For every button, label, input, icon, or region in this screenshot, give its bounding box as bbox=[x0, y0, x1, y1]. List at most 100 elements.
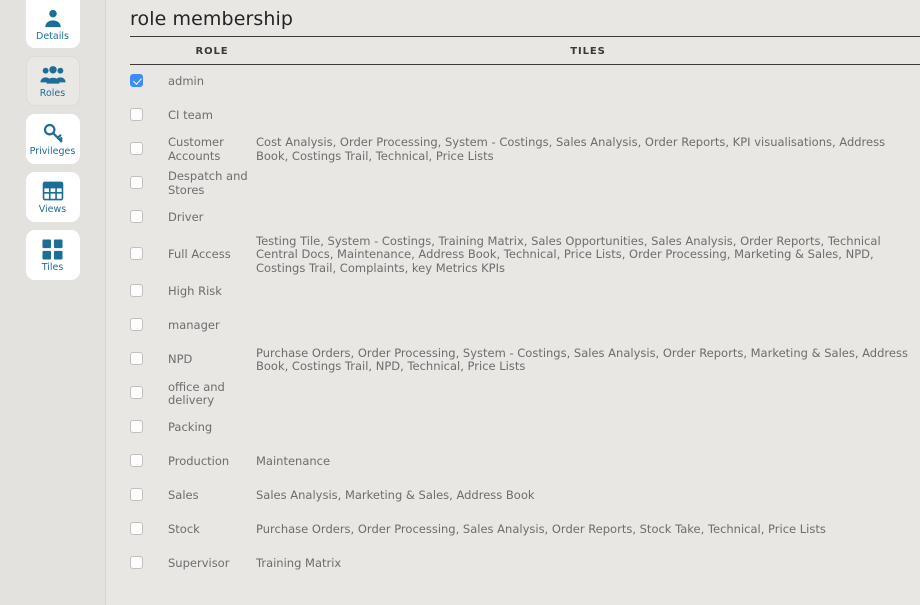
role-checkbox-cell[interactable] bbox=[130, 377, 168, 411]
role-checkbox-cell[interactable] bbox=[130, 547, 168, 581]
column-header-check bbox=[130, 37, 168, 65]
role-checkbox[interactable] bbox=[130, 386, 143, 399]
role-name: Driver bbox=[168, 209, 204, 224]
role-checkbox-cell[interactable] bbox=[130, 445, 168, 479]
table-row[interactable]: Stock Purchase Orders, Order Processing, … bbox=[130, 513, 920, 547]
role-name: Customer Accounts bbox=[168, 135, 224, 163]
role-membership-table: ROLE TILES admin CI team Customer Accounts… bbox=[130, 37, 920, 581]
role-tiles: Training Matrix bbox=[256, 556, 342, 571]
role-checkbox[interactable] bbox=[130, 73, 143, 87]
sidebar-item-tiles[interactable]: Tiles bbox=[25, 230, 80, 280]
table-header: ROLE TILES bbox=[130, 37, 920, 65]
role-tiles: Cost Analysis, Order Processing, System … bbox=[256, 135, 886, 163]
role-checkbox[interactable] bbox=[130, 284, 143, 297]
role-name: High Risk bbox=[168, 284, 222, 299]
role-checkbox[interactable] bbox=[130, 175, 143, 189]
role-checkbox-cell[interactable] bbox=[130, 133, 168, 167]
main-content: role membership ROLE TILES admin CI team C… bbox=[106, 0, 920, 605]
role-checkbox-cell[interactable] bbox=[130, 99, 168, 133]
user-icon bbox=[42, 6, 64, 30]
role-tiles: Purchase Orders, Order Processing, Syste… bbox=[256, 345, 908, 373]
role-tiles bbox=[256, 99, 920, 133]
role-checkbox[interactable] bbox=[130, 107, 143, 121]
table-row[interactable]: Production Maintenance bbox=[130, 445, 920, 479]
table-row[interactable]: admin bbox=[130, 65, 920, 99]
role-checkbox[interactable] bbox=[130, 488, 143, 501]
role-checkbox[interactable] bbox=[130, 209, 143, 223]
table-row[interactable]: office and delivery bbox=[130, 377, 920, 411]
role-name: Production bbox=[168, 454, 230, 469]
role-tiles bbox=[256, 167, 920, 201]
table-row[interactable]: NPD Purchase Orders, Order Processing, Sy… bbox=[130, 343, 920, 377]
role-name: CI team bbox=[168, 107, 213, 122]
role-name: Full Access bbox=[168, 247, 231, 261]
role-checkbox-cell[interactable] bbox=[130, 65, 168, 99]
role-name: office and delivery bbox=[168, 379, 225, 407]
table-row[interactable]: CI team bbox=[130, 99, 920, 133]
sidebar-nav: Details Roles Privileges Views Tiles bbox=[0, 0, 106, 605]
role-checkbox-cell[interactable] bbox=[130, 479, 168, 513]
table-icon bbox=[42, 179, 64, 203]
role-checkbox[interactable] bbox=[130, 318, 143, 331]
role-checkbox-cell[interactable] bbox=[130, 167, 168, 201]
role-checkbox-cell[interactable] bbox=[130, 411, 168, 445]
role-tiles: Testing Tile, System - Costings, Trainin… bbox=[256, 233, 881, 275]
role-tiles bbox=[256, 377, 920, 411]
table-row[interactable]: manager bbox=[130, 309, 920, 343]
role-name: NPD bbox=[168, 352, 193, 367]
sidebar-item-label: Roles bbox=[39, 88, 66, 99]
sidebar-item-label: Details bbox=[36, 31, 69, 42]
page-title: role membership bbox=[130, 8, 294, 30]
table-body: admin CI team Customer Accounts Cost Analys… bbox=[130, 65, 920, 582]
role-checkbox[interactable] bbox=[130, 522, 143, 535]
table-row[interactable]: Sales Sales Analysis, Marketing & Sales, … bbox=[130, 479, 920, 513]
role-checkbox-cell[interactable] bbox=[130, 201, 168, 235]
role-checkbox-cell[interactable] bbox=[130, 513, 168, 547]
sidebar-item-label: Tiles bbox=[41, 262, 64, 273]
role-checkbox[interactable] bbox=[130, 556, 143, 569]
role-checkbox-cell[interactable] bbox=[130, 309, 168, 343]
role-name: manager bbox=[168, 318, 220, 333]
role-tiles bbox=[256, 201, 920, 235]
key-icon bbox=[42, 121, 64, 145]
sidebar-item-roles[interactable]: Roles bbox=[25, 56, 80, 106]
table-row[interactable]: Full Access Testing Tile, System - Costin… bbox=[130, 233, 920, 276]
role-checkbox[interactable] bbox=[130, 246, 143, 260]
role-tiles: Maintenance bbox=[256, 454, 331, 469]
role-tiles: Sales Analysis, Marketing & Sales, Addre… bbox=[256, 488, 535, 503]
role-tiles: Purchase Orders, Order Processing, Sales… bbox=[256, 522, 826, 537]
role-checkbox-cell[interactable] bbox=[130, 275, 168, 309]
role-name: Supervisor bbox=[168, 556, 230, 571]
table-row[interactable]: Packing bbox=[130, 411, 920, 445]
role-checkbox[interactable] bbox=[130, 141, 143, 155]
table-row[interactable]: High Risk bbox=[130, 275, 920, 309]
role-checkbox[interactable] bbox=[130, 454, 143, 467]
role-name: Packing bbox=[168, 420, 213, 435]
role-name: Stock bbox=[168, 522, 200, 537]
table-row[interactable]: Customer Accounts Cost Analysis, Order Pr… bbox=[130, 133, 920, 167]
table-header-row: ROLE TILES bbox=[130, 37, 920, 65]
sidebar-item-views[interactable]: Views bbox=[25, 172, 80, 222]
table-row[interactable]: Supervisor Training Matrix bbox=[130, 547, 920, 581]
users-icon bbox=[39, 63, 66, 87]
role-name: Despatch and Stores bbox=[168, 169, 248, 197]
sidebar-item-label: Privileges bbox=[29, 146, 76, 157]
role-membership-screen: Details Roles Privileges Views Tiles role me… bbox=[0, 0, 920, 605]
sidebar-item-privileges[interactable]: Privileges bbox=[25, 114, 80, 164]
role-name: admin bbox=[168, 74, 205, 88]
role-checkbox-cell[interactable] bbox=[130, 343, 168, 377]
column-header-tiles: TILES bbox=[256, 37, 920, 65]
role-tiles bbox=[256, 411, 920, 445]
role-checkbox[interactable] bbox=[130, 352, 143, 365]
role-name: Sales bbox=[168, 488, 199, 503]
role-checkbox[interactable] bbox=[130, 420, 143, 433]
role-checkbox-cell[interactable] bbox=[130, 235, 168, 276]
role-tiles bbox=[256, 309, 920, 343]
table-row[interactable]: Driver bbox=[130, 201, 920, 235]
role-tiles bbox=[256, 65, 920, 99]
column-header-role: ROLE bbox=[168, 37, 256, 65]
table-row[interactable]: Despatch and Stores bbox=[130, 167, 920, 201]
role-tiles bbox=[256, 275, 920, 309]
sidebar-item-details[interactable]: Details bbox=[25, 0, 80, 48]
grid-squares-icon bbox=[42, 237, 63, 261]
